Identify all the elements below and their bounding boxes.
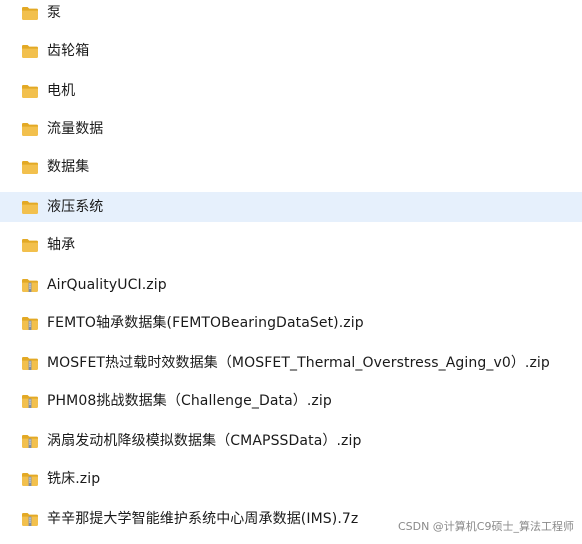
- file-name: PHM08挑战数据集（Challenge_Data）.zip: [47, 393, 332, 409]
- folder-item[interactable]: 数据集: [0, 152, 582, 182]
- file-name: 齿轮箱: [47, 43, 90, 59]
- file-name: 铣床.zip: [47, 471, 101, 487]
- zip-folder-icon: [21, 393, 39, 409]
- file-name: 轴承: [47, 237, 76, 253]
- folder-item[interactable]: 流量数据: [0, 114, 582, 144]
- zip-file-item[interactable]: PHM08挑战数据集（Challenge_Data）.zip: [0, 386, 582, 416]
- file-name: 泵: [47, 5, 62, 21]
- file-name: FEMTO轴承数据集(FEMTOBearingDataSet).zip: [47, 315, 364, 331]
- file-name: 液压系统: [47, 199, 104, 215]
- folder-icon: [21, 121, 39, 137]
- zip-folder-icon: [21, 355, 39, 371]
- zip-file-item[interactable]: 涡扇发动机降级模拟数据集（CMAPSSData）.zip: [0, 426, 582, 456]
- folder-icon: [21, 5, 39, 21]
- zip-file-item[interactable]: AirQualityUCI.zip: [0, 270, 582, 300]
- zip-folder-icon: [21, 471, 39, 487]
- zip-file-item[interactable]: 铣床.zip: [0, 464, 582, 494]
- folder-icon: [21, 83, 39, 99]
- file-name: AirQualityUCI.zip: [47, 277, 167, 293]
- zip-folder-icon: [21, 277, 39, 293]
- file-name: 流量数据: [47, 121, 104, 137]
- folder-icon: [21, 199, 39, 215]
- file-name: 数据集: [47, 159, 90, 175]
- zip-folder-icon: [21, 511, 39, 527]
- file-list: 泵齿轮箱电机流量数据数据集液压系统轴承 AirQualityUCI.zip FEMT…: [0, 0, 582, 544]
- zip-folder-icon: [21, 433, 39, 449]
- zip-file-item[interactable]: FEMTO轴承数据集(FEMTOBearingDataSet).zip: [0, 308, 582, 338]
- folder-icon: [21, 43, 39, 59]
- file-name: 电机: [47, 83, 76, 99]
- file-name: 辛辛那提大学智能维护系统中心周承数据(IMS).7z: [47, 511, 359, 527]
- folder-item[interactable]: 齿轮箱: [0, 36, 582, 66]
- zip-folder-icon: [21, 315, 39, 331]
- folder-item[interactable]: 泵: [0, 0, 582, 28]
- folder-icon: [21, 237, 39, 253]
- zip-file-item[interactable]: MOSFET热过载时效数据集（MOSFET_Thermal_Overstress…: [0, 348, 582, 378]
- folder-item[interactable]: 液压系统: [0, 192, 582, 222]
- file-name: 涡扇发动机降级模拟数据集（CMAPSSData）.zip: [47, 433, 362, 449]
- folder-item[interactable]: 轴承: [0, 230, 582, 260]
- folder-icon: [21, 159, 39, 175]
- file-name: MOSFET热过载时效数据集（MOSFET_Thermal_Overstress…: [47, 355, 550, 371]
- folder-item[interactable]: 电机: [0, 76, 582, 106]
- watermark: CSDN @计算机C9硕士_算法工程师: [395, 518, 576, 534]
